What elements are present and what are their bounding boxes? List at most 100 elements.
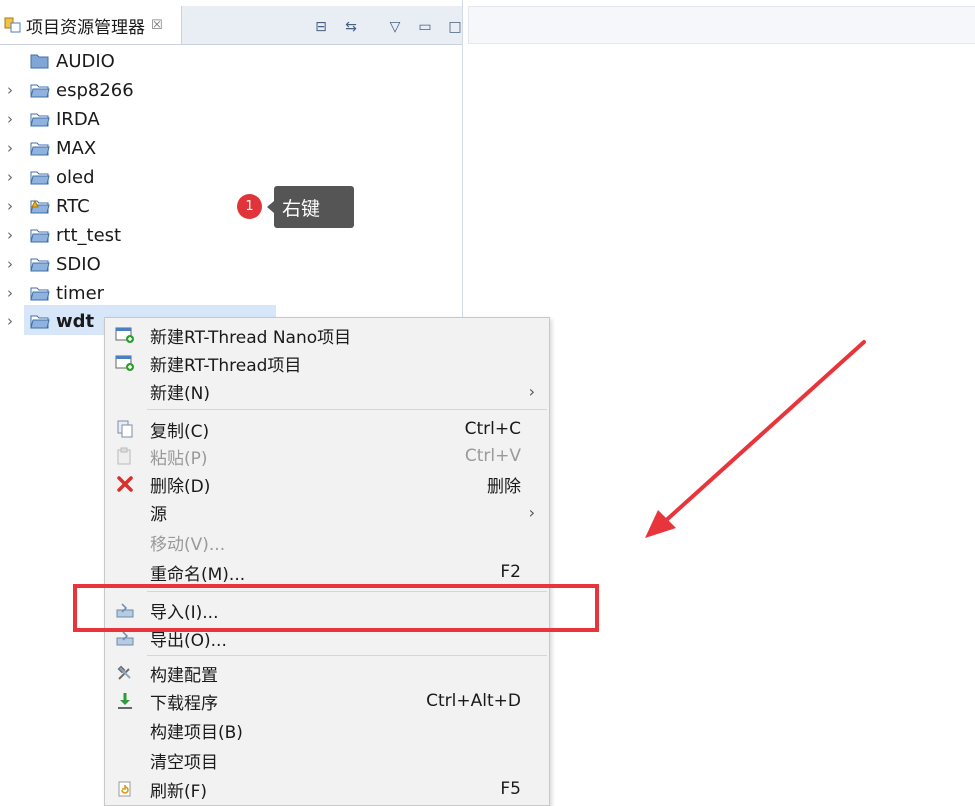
project-explorer-icon xyxy=(4,16,22,34)
tree-item-max[interactable]: › MAX xyxy=(0,134,460,162)
tab-title: 项目资源管理器 xyxy=(26,17,145,38)
step-badge: 1 xyxy=(237,194,262,219)
menu-item-copy[interactable]: 复制(C) Ctrl+C xyxy=(105,415,549,443)
tree-item-esp8266[interactable]: › esp8266 xyxy=(0,76,460,104)
tree-item-oled[interactable]: › oled xyxy=(0,163,460,191)
tree-item-timer[interactable]: › timer xyxy=(0,279,460,307)
view-menu-icon[interactable]: ▽ xyxy=(386,18,404,36)
maximize-icon[interactable]: □ xyxy=(446,18,464,36)
menu-item-new-nano-project[interactable]: 新建RT-Thread Nano项目 xyxy=(105,321,549,349)
menu-item-label: 清空项目 xyxy=(150,752,218,773)
download-icon xyxy=(115,691,135,711)
view-toolbar: ⊟ ⇆ ▽ ▭ □ xyxy=(312,18,464,36)
chevron-right-icon[interactable]: › xyxy=(7,197,21,215)
chevron-right-icon[interactable]: › xyxy=(7,226,21,244)
menu-item-label: 新建(N) xyxy=(150,383,210,404)
tree-item-irda[interactable]: › IRDA xyxy=(0,105,460,133)
chevron-right-icon[interactable]: › xyxy=(7,284,21,302)
menu-item-label: 移动(V)... xyxy=(150,534,226,555)
new-project-icon xyxy=(115,353,135,373)
new-project-icon xyxy=(115,325,135,345)
menu-item-shortcut: Ctrl+C xyxy=(464,419,521,439)
menu-item-refresh[interactable]: 刷新(F) F5 xyxy=(105,775,549,803)
project-folder-icon xyxy=(30,82,50,98)
tree-item-label: RTC xyxy=(56,195,90,217)
step-callout: 右键 xyxy=(267,186,354,228)
chevron-right-icon[interactable]: › xyxy=(7,312,21,330)
tree-item-label: rtt_test xyxy=(56,224,122,246)
menu-item-label: 新建RT-Thread项目 xyxy=(150,355,302,376)
tree-item-label: esp8266 xyxy=(56,79,134,101)
project-folder-icon xyxy=(30,140,50,156)
tree-item-label: MAX xyxy=(56,137,97,159)
menu-item-new[interactable]: 新建(N) › xyxy=(105,377,549,405)
chevron-right-icon: › xyxy=(528,502,535,522)
refresh-icon xyxy=(115,779,135,799)
tree-item-sdio[interactable]: › SDIO xyxy=(0,250,460,278)
folder-icon xyxy=(30,53,50,69)
editor-tab-bar xyxy=(468,6,975,44)
menu-item-build-project[interactable]: 构建项目(B) xyxy=(105,716,549,744)
tree-item-rtc[interactable]: › RTC xyxy=(0,192,460,220)
build-config-icon xyxy=(115,663,135,683)
menu-item-label: 删除(D) xyxy=(150,476,211,497)
menu-item-shortcut: Ctrl+Alt+D xyxy=(426,691,521,711)
project-folder-icon xyxy=(30,227,50,243)
minimize-icon[interactable]: ▭ xyxy=(416,18,434,36)
menu-item-download[interactable]: 下载程序 Ctrl+Alt+D xyxy=(105,687,549,715)
menu-separator xyxy=(147,409,547,410)
menu-item-build-config[interactable]: 构建配置 xyxy=(105,659,549,687)
chevron-right-icon[interactable]: › xyxy=(7,110,21,128)
chevron-right-icon: › xyxy=(528,381,535,401)
tree-item-label: timer xyxy=(56,282,105,304)
menu-item-label: 重命名(M)... xyxy=(150,564,246,585)
menu-item-source[interactable]: 源 › xyxy=(105,498,549,526)
menu-item-rename[interactable]: 重命名(M)... F2 xyxy=(105,558,549,586)
chevron-right-icon[interactable]: › xyxy=(7,139,21,157)
import-highlight-box xyxy=(73,584,599,632)
close-icon[interactable]: ☒ xyxy=(151,18,163,33)
project-folder-icon xyxy=(30,169,50,185)
menu-item-delete[interactable]: 删除(D) 删除 xyxy=(105,470,549,498)
project-folder-warning-icon xyxy=(30,198,50,214)
chevron-right-icon[interactable]: › xyxy=(7,255,21,273)
tree-item-label: wdt xyxy=(56,310,95,332)
explorer-tab-bar: 项目资源管理器 ☒ ⊟ ⇆ ▽ ▭ □ xyxy=(0,6,462,45)
menu-item-label: 源 xyxy=(150,504,167,525)
delete-icon xyxy=(115,474,135,494)
menu-item-shortcut: F2 xyxy=(500,562,521,582)
tree-item-rtt-test[interactable]: › rtt_test xyxy=(0,221,460,249)
tab-project-explorer[interactable]: 项目资源管理器 ☒ xyxy=(0,6,182,44)
menu-item-clean-project[interactable]: 清空项目 xyxy=(105,746,549,774)
link-editor-icon[interactable]: ⇆ xyxy=(342,18,360,36)
menu-item-move[interactable]: 移动(V)... xyxy=(105,528,549,556)
chevron-right-icon[interactable]: › xyxy=(7,81,21,99)
menu-item-label: 下载程序 xyxy=(150,693,218,714)
menu-item-label: 刷新(F) xyxy=(150,781,208,802)
menu-item-shortcut: 删除 xyxy=(487,476,521,497)
project-folder-icon xyxy=(30,285,50,301)
tree-item-audio[interactable]: AUDIO xyxy=(0,47,460,75)
project-folder-icon xyxy=(30,313,50,329)
tree-item-label: oled xyxy=(56,166,95,188)
menu-item-label: 粘贴(P) xyxy=(150,448,208,469)
chevron-right-icon[interactable]: › xyxy=(7,168,21,186)
tree-item-label: IRDA xyxy=(56,108,100,130)
tree-item-label: SDIO xyxy=(56,253,101,275)
menu-item-label: 构建配置 xyxy=(150,665,218,686)
menu-item-label: 复制(C) xyxy=(150,421,210,442)
menu-item-label: 新建RT-Thread Nano项目 xyxy=(150,327,352,348)
menu-item-shortcut: Ctrl+V xyxy=(464,446,521,466)
project-folder-icon xyxy=(30,111,50,127)
menu-item-shortcut: F5 xyxy=(500,779,521,799)
copy-icon xyxy=(115,419,135,439)
menu-item-paste[interactable]: 粘贴(P) Ctrl+V xyxy=(105,442,549,470)
context-menu: 新建RT-Thread Nano项目 新建RT-Thread项目 新建(N) ›… xyxy=(104,317,550,806)
tree-item-label: AUDIO xyxy=(56,50,115,72)
paste-icon xyxy=(115,446,135,466)
menu-item-label: 构建项目(B) xyxy=(150,722,243,743)
project-folder-icon xyxy=(30,256,50,272)
menu-item-new-rtthread-project[interactable]: 新建RT-Thread项目 xyxy=(105,349,549,377)
collapse-all-icon[interactable]: ⊟ xyxy=(312,18,330,36)
menu-separator xyxy=(147,655,547,656)
